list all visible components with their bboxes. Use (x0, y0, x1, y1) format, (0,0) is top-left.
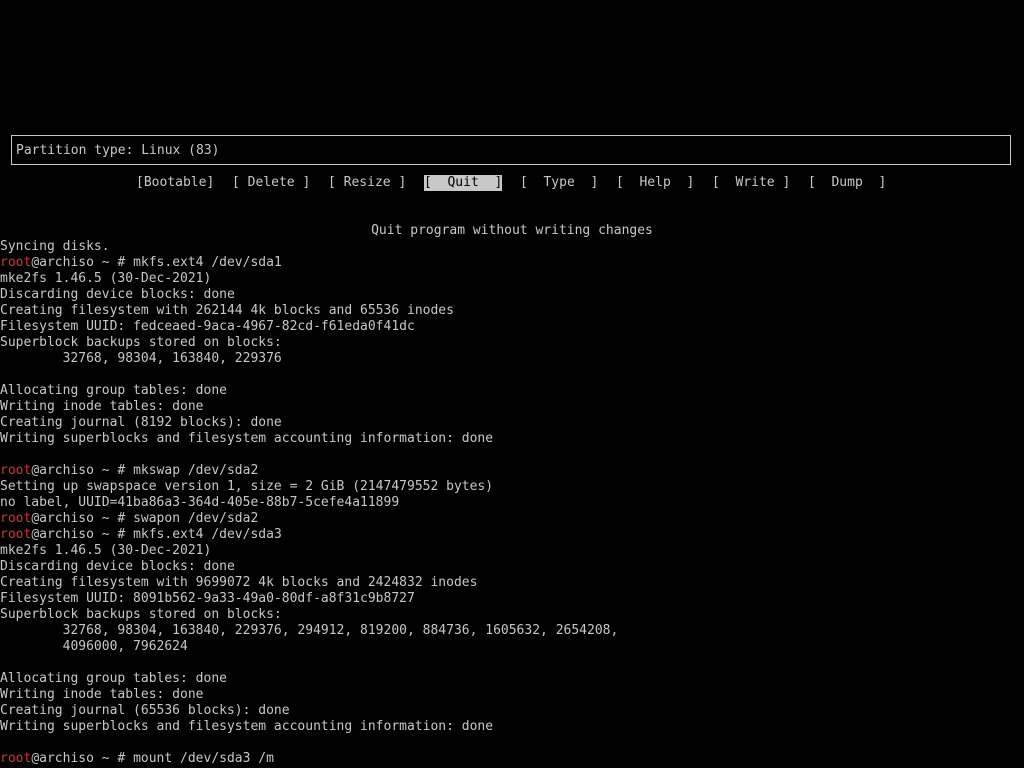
terminal-line: Writing inode tables: done (0, 687, 204, 702)
terminal-line: Writing superblocks and filesystem accou… (0, 431, 494, 446)
terminal-line: Allocating group tables: done (0, 671, 227, 686)
terminal-prompt-line: root@archiso ~ # mkfs.ext4 /dev/sda3 (0, 527, 1024, 543)
terminal-line: no label, UUID=41ba86a3-364d-405e-88b7-5… (0, 495, 400, 510)
terminal-line: Creating journal (65536 blocks): done (0, 703, 290, 718)
menu-resize-button[interactable]: [ Resize ] (328, 175, 406, 191)
terminal-line: Discarding device blocks: done (0, 559, 235, 574)
terminal-command: mkfs.ext4 /dev/sda3 (133, 527, 282, 542)
terminal-command: mkfs.ext4 /dev/sda1 (133, 255, 282, 270)
terminal-prompt-line: root@archiso ~ # mkfs.ext4 /dev/sda1 (0, 255, 1024, 271)
terminal-prompt-line[interactable]: root@archiso ~ # mount /dev/sda3 /m (0, 751, 1024, 767)
terminal-prompt-line: root@archiso ~ # swapon /dev/sda2 (0, 511, 1024, 527)
terminal-line: Writing superblocks and filesystem accou… (0, 719, 494, 734)
terminal-line: Superblock backups stored on blocks: (0, 335, 282, 350)
terminal-output[interactable]: Syncing disks. root@archiso ~ # mkfs.ext… (0, 239, 1024, 767)
prompt-host: @archiso ~ # (31, 463, 134, 478)
terminal-line: Creating filesystem with 9699072 4k bloc… (0, 575, 478, 590)
prompt-host: @archiso ~ # (31, 527, 134, 542)
prompt-user: root (0, 255, 32, 270)
terminal-line: mke2fs 1.46.5 (30-Dec-2021) (0, 543, 212, 558)
prompt-user: root (0, 463, 32, 478)
menu-quit-button[interactable]: [ Quit ] (424, 175, 503, 191)
terminal-command: mkswap /dev/sda2 (133, 463, 259, 478)
terminal-line: Filesystem UUID: 8091b562-9a33-49a0-80df… (0, 591, 415, 606)
menu-help-text: Quit program without writing changes (371, 223, 653, 238)
menu-type-button[interactable]: [ Type ] (520, 175, 598, 191)
terminal-line: Allocating group tables: done (0, 383, 227, 398)
prompt-user: root (0, 511, 32, 526)
terminal-line: mke2fs 1.46.5 (30-Dec-2021) (0, 271, 212, 286)
prompt-user: root (0, 527, 32, 542)
partition-type-label: Partition type: Linux (83) (16, 143, 220, 158)
terminal-line: Writing inode tables: done (0, 399, 204, 414)
terminal-line: Creating filesystem with 262144 4k block… (0, 303, 454, 318)
menu-help-button[interactable]: [ Help ] (616, 175, 694, 191)
prompt-user: root (0, 751, 32, 766)
menu-delete-button[interactable]: [ Delete ] (232, 175, 310, 191)
terminal-line: Discarding device blocks: done (0, 287, 235, 302)
terminal-command-input[interactable]: mount /dev/sda3 /m (133, 751, 274, 766)
terminal-command: swapon /dev/sda2 (133, 511, 259, 526)
partition-type-box: Partition type: Linux (83) (11, 135, 1011, 165)
terminal-line: Filesystem UUID: fedceaed-9aca-4967-82cd… (0, 319, 415, 334)
terminal-line: 4096000, 7962624 (0, 639, 188, 654)
terminal-line: Syncing disks. (0, 239, 110, 254)
prompt-host: @archiso ~ # (31, 511, 134, 526)
terminal-line: Setting up swapspace version 1, size = 2… (0, 479, 494, 494)
terminal-line: 32768, 98304, 163840, 229376, 294912, 81… (0, 623, 619, 638)
terminal-line: Superblock backups stored on blocks: (0, 607, 282, 622)
menu-bootable-button[interactable]: [Bootable] (136, 175, 214, 191)
terminal-prompt-line: root@archiso ~ # mkswap /dev/sda2 (0, 463, 1024, 479)
menu-write-button[interactable]: [ Write ] (712, 175, 790, 191)
prompt-host: @archiso ~ # (31, 255, 134, 270)
menu-dump-button[interactable]: [ Dump ] (808, 175, 886, 191)
terminal-line: Creating journal (8192 blocks): done (0, 415, 282, 430)
terminal-line: 32768, 98304, 163840, 229376 (0, 351, 282, 366)
cfdisk-menu-bar: [Bootable] [ Delete ] [ Resize ] [ Quit … (0, 175, 1024, 191)
prompt-host: @archiso ~ # (31, 751, 134, 766)
